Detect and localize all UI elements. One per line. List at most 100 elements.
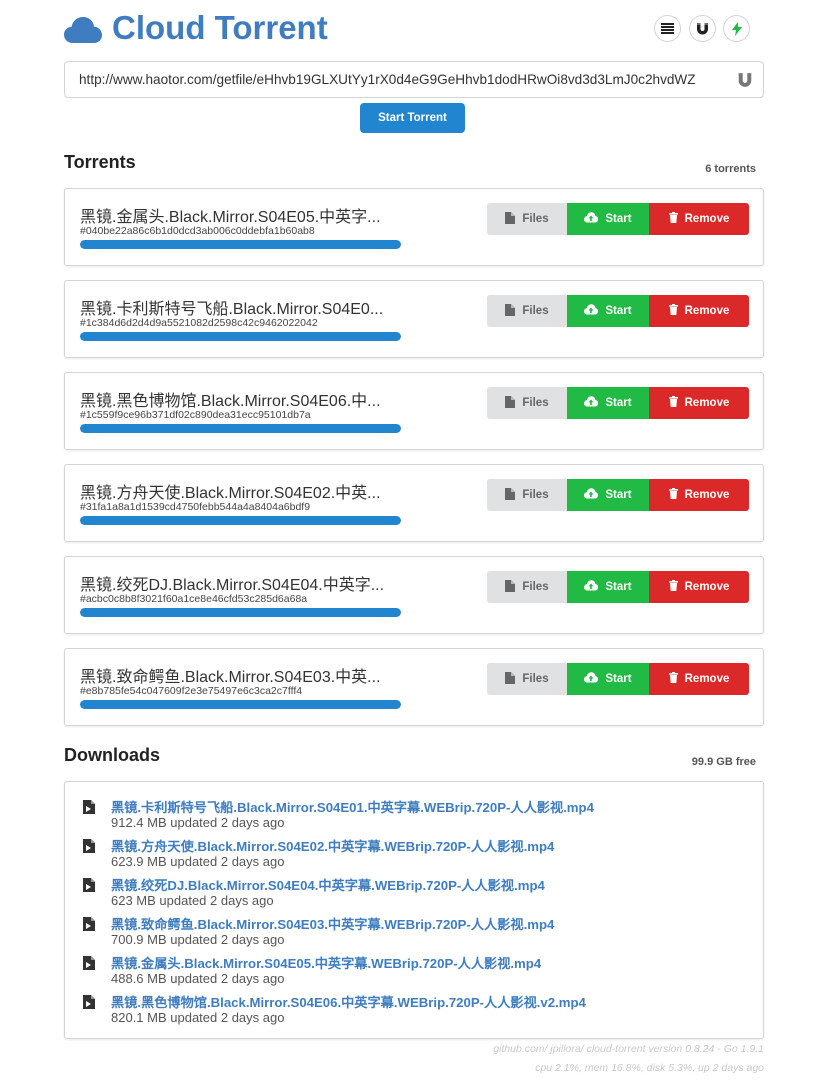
bolt-icon	[731, 21, 742, 36]
torrents-count: 6 torrents	[705, 163, 756, 175]
magnet-input-value[interactable]: http://www.haotor.com/getfile/eHhvb19GLX…	[79, 72, 727, 90]
progress-bar-fill	[80, 332, 401, 341]
remove-button-label: Remove	[684, 397, 730, 409]
cloud-upload-icon	[584, 580, 599, 594]
torrent-name: 黑镜.致命鳄鱼.Black.Mirror.S04E03.中英...	[80, 669, 381, 686]
status-button[interactable]	[723, 15, 750, 42]
download-link[interactable]: 黑镜.金属头.Black.Mirror.S04E05.中英字幕.WEBrip.7…	[111, 953, 541, 972]
torrent-actions: Files Start Remove	[487, 479, 749, 511]
start-button-label: Start	[605, 397, 632, 409]
download-link[interactable]: 黑镜.黑色博物馆.Black.Mirror.S04E06.中英字幕.WEBrip…	[111, 992, 586, 1011]
files-button-label: Files	[522, 489, 549, 501]
remove-button[interactable]: Remove	[649, 387, 749, 419]
torrent-card: 黑镜.致命鳄鱼.Black.Mirror.S04E03.中英... #e8b785…	[64, 648, 764, 726]
start-button[interactable]: Start	[567, 571, 649, 603]
torrent-actions: Files Start Remove	[487, 387, 749, 419]
cloud-upload-icon	[584, 488, 599, 502]
download-link[interactable]: 黑镜.方舟天使.Black.Mirror.S04E02.中英字幕.WEBrip.…	[111, 836, 554, 855]
trash-icon	[668, 672, 678, 686]
torrent-hash: #acbc0c8b8f3021f60a1ce8e46cfd53c285d6a68…	[80, 593, 308, 605]
files-button[interactable]: Files	[487, 479, 567, 511]
start-button[interactable]: Start	[567, 203, 649, 235]
start-torrent-button[interactable]: Start Torrent	[360, 103, 465, 133]
magnet-icon	[697, 23, 708, 35]
download-item: 黑镜.方舟天使.Black.Mirror.S04E02.中英字幕.WEBrip.…	[83, 836, 753, 872]
torrent-hash: #1c559f9ce96b371df02c890dea31ecc95101db7…	[80, 409, 311, 421]
remove-button-label: Remove	[684, 305, 730, 317]
files-button[interactable]: Files	[487, 387, 567, 419]
trash-icon	[668, 304, 678, 318]
cloud-upload-icon	[584, 672, 599, 686]
torrent-actions: Files Start Remove	[487, 203, 749, 235]
start-button-label: Start	[605, 581, 632, 593]
magnet-input[interactable]: http://www.haotor.com/getfile/eHhvb19GLX…	[64, 61, 764, 98]
cloud-upload-icon	[584, 396, 599, 410]
files-button-label: Files	[522, 213, 549, 225]
files-button-label: Files	[522, 673, 549, 685]
torrent-card: 黑镜.方舟天使.Black.Mirror.S04E02.中英... #31fa1a…	[64, 464, 764, 542]
download-link[interactable]: 黑镜.绞死DJ.Black.Mirror.S04E04.中英字幕.WEBrip.…	[111, 875, 545, 894]
download-meta: 623.9 MB updated 2 days ago	[111, 854, 285, 869]
progress-bar	[80, 516, 401, 525]
file-icon	[505, 211, 516, 227]
remove-button-label: Remove	[684, 213, 730, 225]
progress-bar-fill	[80, 424, 401, 433]
start-button-label: Start	[605, 305, 632, 317]
video-file-icon	[83, 956, 95, 970]
download-item: 黑镜.致命鳄鱼.Black.Mirror.S04E03.中英字幕.WEBrip.…	[83, 914, 753, 950]
download-link[interactable]: 黑镜.卡利斯特号飞船.Black.Mirror.S04E01.中英字幕.WEBr…	[111, 797, 594, 816]
progress-bar	[80, 424, 401, 433]
magnet-button[interactable]	[689, 15, 716, 42]
progress-bar-fill	[80, 516, 401, 525]
progress-bar	[80, 240, 401, 249]
files-button[interactable]: Files	[487, 203, 567, 235]
start-button-label: Start	[605, 213, 632, 225]
files-button[interactable]: Files	[487, 295, 567, 327]
magnet-icon	[738, 73, 752, 87]
toggle-list-button[interactable]	[654, 15, 681, 42]
download-meta: 488.6 MB updated 2 days ago	[111, 971, 285, 986]
files-button[interactable]: Files	[487, 571, 567, 603]
start-button[interactable]: Start	[567, 387, 649, 419]
video-file-icon	[83, 878, 95, 892]
start-button[interactable]: Start	[567, 295, 649, 327]
download-meta: 700.9 MB updated 2 days ago	[111, 932, 285, 947]
footer-stats: cpu 2.1%, mem 16.8%, disk 5.3%, up 2 day…	[535, 1062, 764, 1074]
remove-button-label: Remove	[684, 673, 730, 685]
file-icon	[505, 395, 516, 411]
video-file-icon	[83, 995, 95, 1009]
remove-button[interactable]: Remove	[649, 203, 749, 235]
start-button-label: Start	[605, 673, 632, 685]
torrent-card: 黑镜.金属头.Black.Mirror.S04E05.中英字... #040be2…	[64, 188, 764, 266]
progress-bar	[80, 608, 401, 617]
progress-bar-fill	[80, 700, 401, 709]
start-button[interactable]: Start	[567, 479, 649, 511]
torrent-name: 黑镜.黑色博物馆.Black.Mirror.S04E06.中...	[80, 393, 381, 410]
app-header: Cloud Torrent	[64, 8, 764, 52]
download-link[interactable]: 黑镜.致命鳄鱼.Black.Mirror.S04E03.中英字幕.WEBrip.…	[111, 914, 554, 933]
remove-button[interactable]: Remove	[649, 663, 749, 695]
files-button-label: Files	[522, 581, 549, 593]
download-item: 黑镜.绞死DJ.Black.Mirror.S04E04.中英字幕.WEBrip.…	[83, 875, 753, 911]
torrent-name: 黑镜.方舟天使.Black.Mirror.S04E02.中英...	[80, 485, 381, 502]
remove-button[interactable]: Remove	[649, 479, 749, 511]
remove-button[interactable]: Remove	[649, 571, 749, 603]
download-meta: 912.4 MB updated 2 days ago	[111, 815, 285, 830]
cloud-upload-icon	[584, 304, 599, 318]
trash-icon	[668, 396, 678, 410]
torrent-actions: Files Start Remove	[487, 663, 749, 695]
torrent-hash: #1c384d6d2d4d9a5521082d2598c42c946202204…	[80, 317, 318, 329]
torrent-hash: #e8b785fe54c047609f2e3e75497e6c3ca2c7fff…	[80, 685, 303, 697]
disk-free: 99.9 GB free	[691, 756, 756, 768]
torrent-name: 黑镜.金属头.Black.Mirror.S04E05.中英字...	[80, 209, 381, 226]
footer-version: github.com/ jpillora/ cloud-torrent vers…	[493, 1043, 764, 1055]
download-item: 黑镜.黑色博物馆.Black.Mirror.S04E06.中英字幕.WEBrip…	[83, 992, 753, 1028]
start-button-label: Start	[605, 489, 632, 501]
torrent-card: 黑镜.卡利斯特号飞船.Black.Mirror.S04E0... #1c384d6…	[64, 280, 764, 358]
torrents-heading: Torrents	[64, 152, 136, 172]
remove-button-label: Remove	[684, 489, 730, 501]
remove-button[interactable]: Remove	[649, 295, 749, 327]
files-button[interactable]: Files	[487, 663, 567, 695]
start-button[interactable]: Start	[567, 663, 649, 695]
progress-bar-fill	[80, 240, 401, 249]
